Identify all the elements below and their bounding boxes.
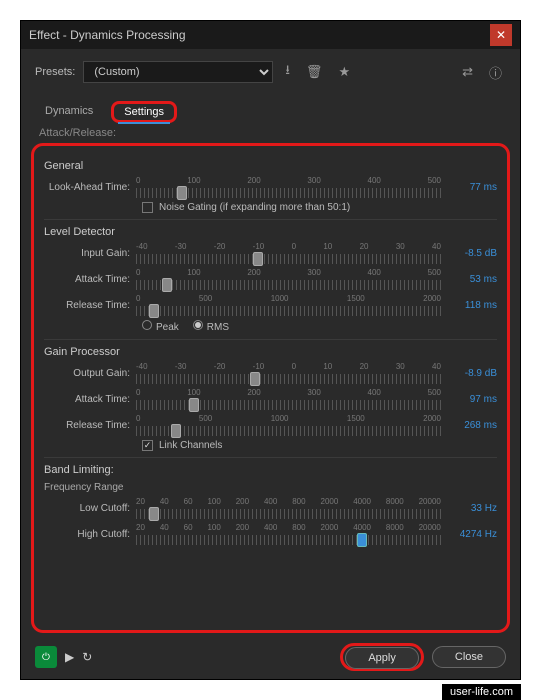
output-gain-value[interactable]: -8.9 dB: [441, 368, 497, 379]
save-preset-icon[interactable]: ⭳: [281, 59, 294, 85]
detector-mode: Peak RMS: [142, 320, 497, 333]
lookahead-slider[interactable]: 0100200300400500: [136, 176, 441, 198]
low-cutoff-slider[interactable]: 20406010020040080020004000800020000: [136, 497, 441, 519]
section-level-detector: Level Detector: [44, 226, 497, 238]
noise-gating-label: Noise Gating (if expanding more than 50:…: [159, 202, 350, 213]
freq-range-label: Frequency Range: [44, 482, 497, 493]
gp-release-value[interactable]: 268 ms: [441, 420, 497, 431]
tabs: Dynamics Settings: [21, 101, 520, 123]
gp-release-slider[interactable]: 0500100015002000: [136, 414, 441, 436]
trash-icon[interactable]: 🗑: [302, 62, 327, 82]
footer: ⏻ ▶ ↻ Apply Close: [21, 635, 520, 679]
ld-release-slider[interactable]: 0500100015002000: [136, 294, 441, 316]
section-general: General: [44, 160, 497, 172]
play-icon[interactable]: ▶: [65, 650, 74, 664]
titlebar: Effect - Dynamics Processing ✕: [21, 21, 520, 49]
noise-gating-row[interactable]: Noise Gating (if expanding more than 50:…: [142, 202, 497, 213]
window-title: Effect - Dynamics Processing: [29, 28, 490, 42]
link-channels-checkbox[interactable]: ✓: [142, 440, 153, 451]
high-cutoff-value[interactable]: 4274 Hz: [441, 529, 497, 540]
presets-label: Presets:: [35, 66, 75, 78]
attack-release-label: Attack/Release:: [21, 123, 520, 139]
close-button[interactable]: Close: [432, 646, 506, 668]
noise-gating-checkbox[interactable]: [142, 202, 153, 213]
ld-release-label: Release Time:: [44, 300, 136, 311]
high-cutoff-label: High Cutoff:: [44, 529, 136, 540]
input-gain-value[interactable]: -8.5 dB: [441, 248, 497, 259]
lookahead-value[interactable]: 77 ms: [441, 182, 497, 193]
loop-icon[interactable]: ↻: [82, 650, 92, 664]
output-gain-label: Output Gain:: [44, 368, 136, 379]
link-channels-label: Link Channels: [159, 440, 222, 451]
gp-release-label: Release Time:: [44, 420, 136, 431]
watermark: user-life.com: [442, 684, 521, 700]
tab-dynamics[interactable]: Dynamics: [39, 101, 99, 123]
high-cutoff-slider[interactable]: 20406010020040080020004000800020000: [136, 523, 441, 545]
ld-release-value[interactable]: 118 ms: [441, 300, 497, 311]
lookahead-label: Look-Ahead Time:: [44, 182, 136, 193]
input-gain-slider[interactable]: -40-30-20-10010203040: [136, 242, 441, 264]
route-icon[interactable]: ⇄: [458, 62, 477, 82]
presets-select[interactable]: (Custom): [83, 61, 273, 83]
apply-button[interactable]: Apply: [345, 647, 419, 669]
gp-attack-value[interactable]: 97 ms: [441, 394, 497, 405]
output-gain-slider[interactable]: -40-30-20-10010203040: [136, 362, 441, 384]
gp-attack-label: Attack Time:: [44, 394, 136, 405]
peak-radio[interactable]: Peak: [142, 320, 179, 333]
effect-dialog: Effect - Dynamics Processing ✕ Presets: …: [20, 20, 521, 680]
link-channels-row[interactable]: ✓ Link Channels: [142, 440, 497, 451]
gp-attack-slider[interactable]: 0100200300400500: [136, 388, 441, 410]
highlight-apply: Apply: [340, 643, 424, 671]
presets-row: Presets: (Custom) ⭳ 🗑 ★ ⇄ ⓘ: [21, 49, 520, 95]
row-lookahead: Look-Ahead Time: 0100200300400500 77 ms: [44, 176, 497, 198]
star-icon[interactable]: ★: [334, 62, 354, 82]
section-gain-processor: Gain Processor: [44, 346, 497, 358]
section-band-limiting: Band Limiting:: [44, 464, 497, 476]
info-icon[interactable]: ⓘ: [485, 61, 506, 84]
ld-attack-value[interactable]: 53 ms: [441, 274, 497, 285]
input-gain-label: Input Gain:: [44, 248, 136, 259]
low-cutoff-value[interactable]: 33 Hz: [441, 503, 497, 514]
highlight-settings-tab: Settings: [111, 101, 177, 123]
close-icon[interactable]: ✕: [490, 24, 512, 46]
highlight-panel: General Look-Ahead Time: 010020030040050…: [31, 143, 510, 633]
ld-attack-label: Attack Time:: [44, 274, 136, 285]
ld-attack-slider[interactable]: 0100200300400500: [136, 268, 441, 290]
power-icon[interactable]: ⏻: [35, 646, 57, 668]
low-cutoff-label: Low Cutoff:: [44, 503, 136, 514]
tab-settings[interactable]: Settings: [118, 102, 170, 124]
rms-radio[interactable]: RMS: [193, 320, 229, 333]
